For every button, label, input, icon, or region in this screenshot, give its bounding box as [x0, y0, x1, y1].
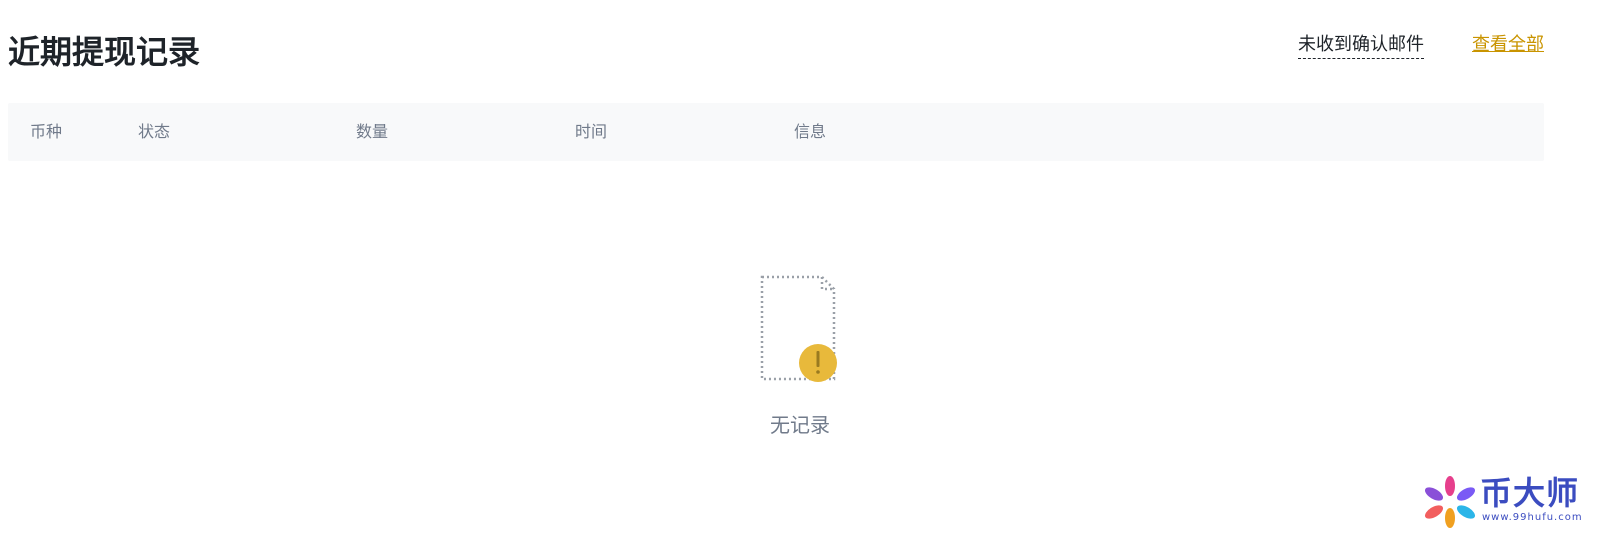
- table-header: 币种 状态 数量 时间 信息: [8, 103, 1544, 161]
- column-header-status: 状态: [138, 122, 171, 141]
- watermark-name: 币大师: [1480, 474, 1580, 512]
- watermark-url: www.99hufu.com: [1482, 512, 1583, 523]
- column-header-coin: 币种: [30, 122, 63, 141]
- column-header-info: 信息: [794, 122, 827, 141]
- page-title: 近期提现记录: [8, 33, 201, 71]
- column-header-amount: 数量: [356, 122, 389, 141]
- column-header-time: 时间: [575, 122, 608, 141]
- empty-state: 无记录: [0, 275, 1600, 439]
- section-header: 近期提现记录 未收到确认邮件 查看全部: [8, 28, 1544, 78]
- flower-logo-icon: [1422, 476, 1478, 528]
- watermark-logo: 币大师 www.99hufu.com: [1422, 474, 1592, 528]
- withdrawal-history-page: 近期提现记录 未收到确认邮件 查看全部 币种 状态 数量 时间 信息 无记录 币…: [0, 0, 1600, 536]
- empty-document-warning-icon: [760, 275, 840, 385]
- no-confirmation-email-link[interactable]: 未收到确认邮件: [1298, 32, 1424, 59]
- view-all-link[interactable]: 查看全部: [1472, 32, 1544, 58]
- empty-state-message: 无记录: [770, 413, 830, 437]
